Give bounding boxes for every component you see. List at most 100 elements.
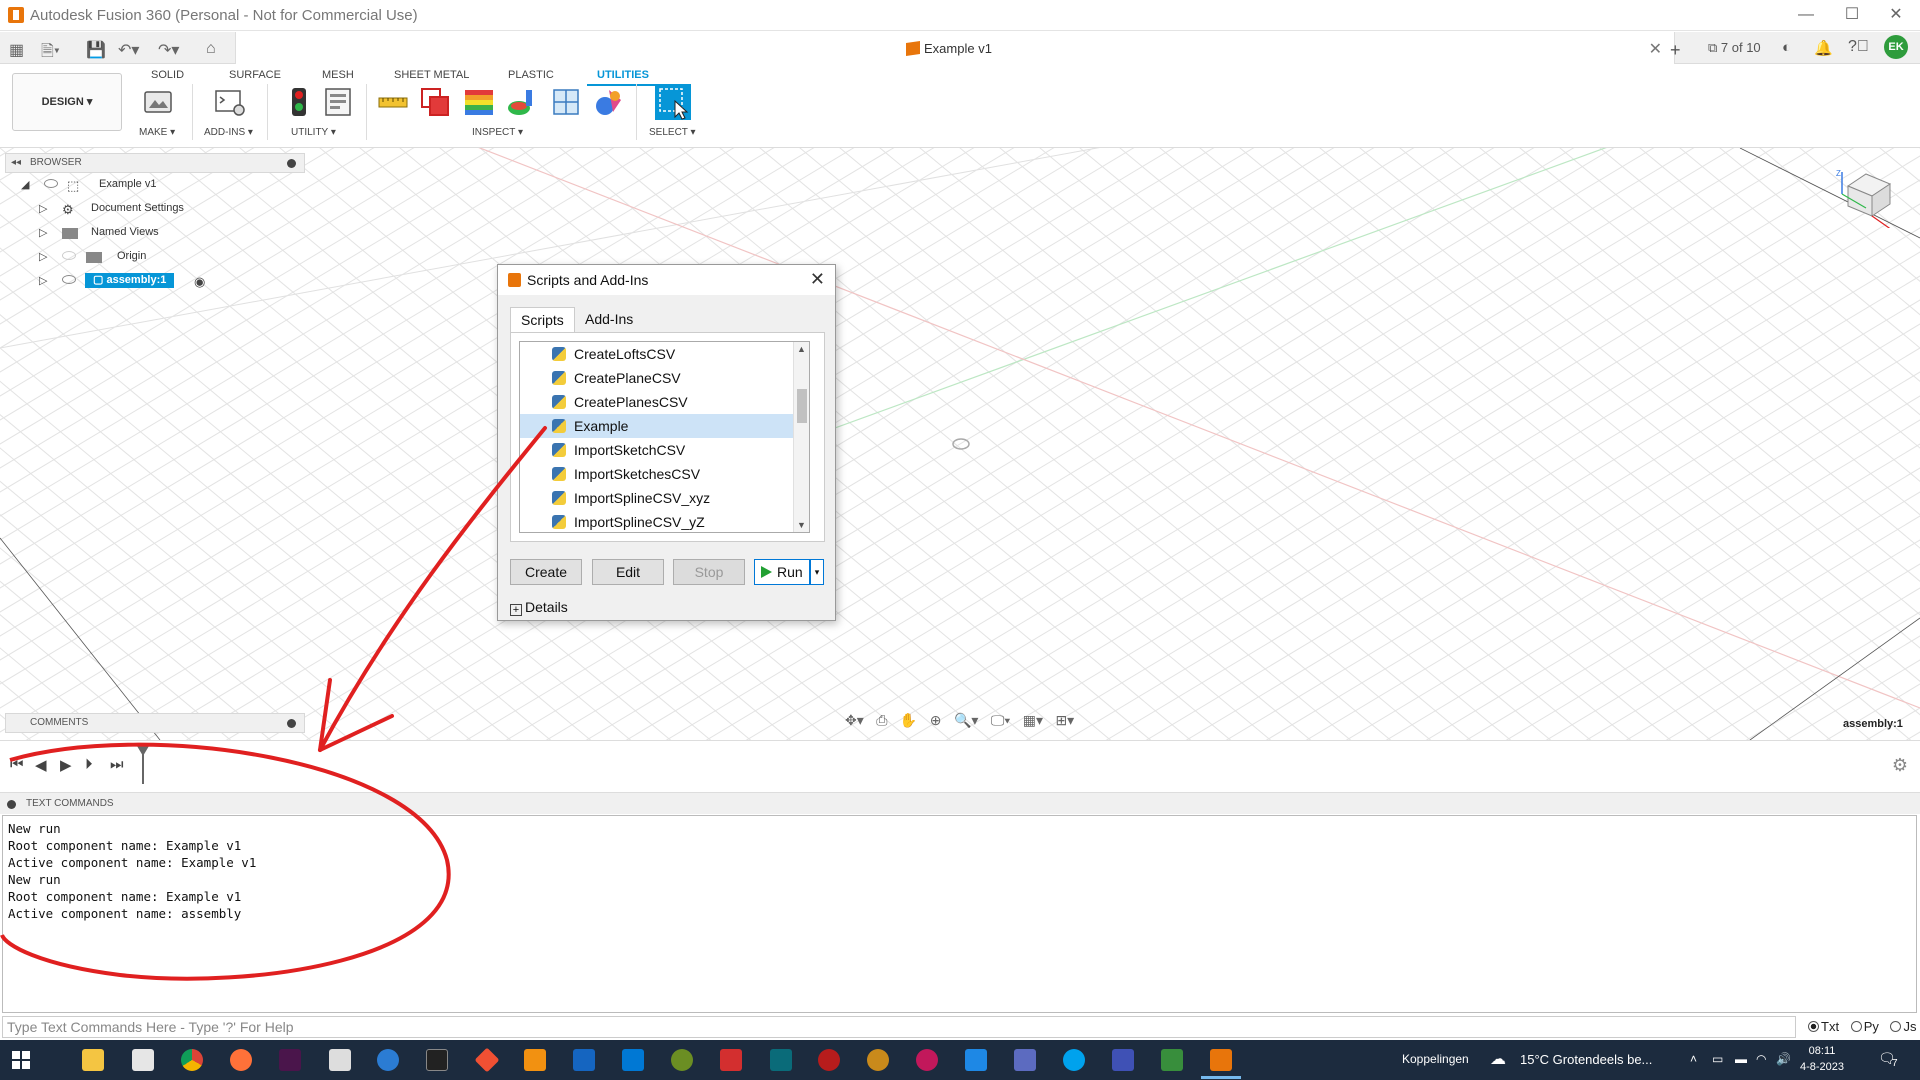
- text-command-input[interactable]: Type Text Commands Here - Type '?' For H…: [2, 1016, 1796, 1038]
- collapse-browser-icon[interactable]: ◂◂: [11, 154, 21, 172]
- app-icon[interactable]: [770, 1049, 792, 1071]
- list-item[interactable]: CreatePlaneCSV: [520, 366, 809, 390]
- js-mode-label[interactable]: Js: [1903, 1019, 1916, 1034]
- volume-icon[interactable]: 🔊: [1776, 1052, 1791, 1066]
- help-icon[interactable]: ?⃝: [1848, 38, 1869, 56]
- utility-group-label[interactable]: UTILITY ▾: [291, 127, 336, 138]
- add-comment-icon[interactable]: [287, 719, 296, 728]
- scroll-up-icon[interactable]: ▲: [797, 344, 806, 354]
- fit-zoom-icon[interactable]: 🔍▾: [954, 712, 978, 729]
- save-app-icon[interactable]: [1112, 1049, 1134, 1071]
- play-icon[interactable]: ▶: [60, 756, 72, 774]
- select-icon[interactable]: [655, 84, 691, 120]
- visibility-eye-icon[interactable]: [44, 179, 58, 188]
- save-icon[interactable]: 💾: [86, 40, 106, 60]
- workspace-switcher[interactable]: DESIGN ▾: [12, 73, 122, 131]
- system-clock[interactable]: 08:11 4-8-2023: [1800, 1043, 1844, 1075]
- details-expander[interactable]: + Details: [510, 599, 568, 616]
- txt-mode-label[interactable]: Txt: [1821, 1019, 1839, 1034]
- maximize-button[interactable]: ☐: [1832, 4, 1872, 26]
- list-item[interactable]: ImportSplineCSV_xyz: [520, 486, 809, 510]
- browser-pin-icon[interactable]: [287, 159, 296, 168]
- py-mode-radio[interactable]: [1850, 1021, 1862, 1032]
- timeline-marker[interactable]: [142, 748, 144, 784]
- inspect-group-label[interactable]: INSPECT ▾: [472, 127, 523, 138]
- list-item[interactable]: ImportSketchCSV: [520, 438, 809, 462]
- grid-settings-icon[interactable]: ▦▾: [1023, 712, 1043, 729]
- center-of-mass-icon[interactable]: [593, 86, 625, 118]
- app-icon[interactable]: [524, 1049, 546, 1071]
- list-item[interactable]: CreatePlanesCSV: [520, 390, 809, 414]
- py-mode-label[interactable]: Py: [1864, 1019, 1879, 1034]
- scripts-addins-icon[interactable]: [214, 86, 246, 118]
- new-tab-icon[interactable]: +: [1670, 40, 1681, 61]
- scripts-list[interactable]: CreateLoftsCSV CreatePlaneCSV CreatePlan…: [519, 341, 810, 533]
- tab-utilities[interactable]: UTILITIES: [587, 69, 659, 86]
- minimize-button[interactable]: —: [1786, 4, 1826, 26]
- skype-icon[interactable]: [1063, 1049, 1085, 1071]
- file-explorer-icon[interactable]: [82, 1049, 104, 1071]
- tree-item-origin[interactable]: ▷ Origin: [5, 245, 305, 269]
- pan-hand-icon[interactable]: ✋: [900, 712, 917, 729]
- browser-header[interactable]: ◂◂ BROWSER: [5, 153, 305, 173]
- step-forward-icon[interactable]: ⏵: [85, 756, 93, 773]
- addins-group-label[interactable]: ADD-INS ▾: [204, 127, 253, 138]
- tab-surface[interactable]: SURFACE: [229, 69, 281, 81]
- notifications-bell-icon[interactable]: 🔔: [1814, 39, 1833, 57]
- orbit-icon[interactable]: ✥▾: [845, 712, 864, 729]
- select-group-label[interactable]: SELECT ▾: [649, 127, 696, 138]
- app-icon[interactable]: [573, 1049, 595, 1071]
- tab-addins[interactable]: Add-Ins: [575, 307, 643, 333]
- timeline-settings-gear-icon[interactable]: ⚙: [1892, 755, 1908, 776]
- hidden-eye-icon[interactable]: [62, 251, 76, 260]
- text-commands-output[interactable]: New run Root component name: Example v1 …: [2, 815, 1917, 1013]
- measure-icon[interactable]: [377, 86, 409, 118]
- text-commands-header[interactable]: TEXT COMMANDS: [0, 792, 1920, 814]
- change-parameters-icon[interactable]: [322, 86, 354, 118]
- stop-button[interactable]: Stop: [673, 559, 745, 585]
- home-icon[interactable]: ⌂: [206, 40, 216, 58]
- step-back-icon[interactable]: ◀: [35, 756, 47, 774]
- data-panel-grid-icon[interactable]: ▦: [9, 40, 24, 60]
- redo-icon[interactable]: ↷▾: [158, 40, 179, 60]
- look-at-icon[interactable]: ⎙: [876, 712, 887, 729]
- viewports-icon[interactable]: ⊞▾: [1055, 712, 1074, 729]
- tree-item-root[interactable]: ◢ ⬚ Example v1: [5, 173, 305, 197]
- display-settings-icon[interactable]: 🖵▾: [991, 712, 1010, 729]
- tree-item-named-views[interactable]: ▷ Named Views: [5, 221, 305, 245]
- dialog-title-bar[interactable]: Scripts and Add-Ins ✕: [498, 265, 835, 295]
- file-menu-icon[interactable]: 🗎▾: [41, 40, 60, 67]
- txt-mode-radio[interactable]: [1808, 1021, 1819, 1032]
- expand-triangle-icon[interactable]: ▷: [39, 226, 47, 239]
- app-icon[interactable]: [916, 1049, 938, 1071]
- links-toolbar[interactable]: Koppelingen: [1402, 1052, 1469, 1066]
- expand-triangle-icon[interactable]: ▷: [39, 202, 47, 215]
- device-icon[interactable]: ▭: [1712, 1052, 1723, 1066]
- job-status-counter[interactable]: ⧉ 7 of 10: [1708, 40, 1761, 56]
- scroll-down-icon[interactable]: ▼: [797, 520, 806, 530]
- list-item-selected[interactable]: Example: [520, 414, 809, 438]
- tab-plastic[interactable]: PLASTIC: [508, 69, 554, 81]
- edge-icon[interactable]: [377, 1049, 399, 1071]
- battery-icon[interactable]: ▬: [1735, 1052, 1747, 1066]
- section-analysis-icon[interactable]: [550, 86, 582, 118]
- edit-button[interactable]: Edit: [592, 559, 664, 585]
- zebra-analysis-icon[interactable]: [463, 86, 495, 118]
- undo-icon[interactable]: ↶▾: [118, 40, 139, 60]
- visibility-eye-icon[interactable]: [62, 275, 76, 284]
- make-group-label[interactable]: MAKE ▾: [139, 127, 175, 138]
- app-icon[interactable]: [671, 1049, 693, 1071]
- wifi-icon[interactable]: ◠: [1756, 1052, 1766, 1066]
- tab-solid[interactable]: SOLID: [151, 69, 184, 81]
- fusion-taskbar-icon[interactable]: [1210, 1049, 1232, 1071]
- close-document-icon[interactable]: ✕: [1649, 39, 1662, 59]
- close-window-button[interactable]: ✕: [1876, 4, 1916, 26]
- tree-item-assembly[interactable]: ▷ ▢ assembly:1 ◉: [5, 269, 305, 293]
- tab-scripts[interactable]: Scripts: [510, 307, 575, 333]
- js-mode-radio[interactable]: [1890, 1021, 1902, 1032]
- app-icon[interactable]: [1161, 1049, 1183, 1071]
- chrome-icon[interactable]: [181, 1049, 203, 1071]
- app-icon[interactable]: [818, 1049, 840, 1071]
- expand-triangle-icon[interactable]: ▷: [39, 274, 47, 287]
- zoom-icon[interactable]: ⊕: [930, 712, 942, 729]
